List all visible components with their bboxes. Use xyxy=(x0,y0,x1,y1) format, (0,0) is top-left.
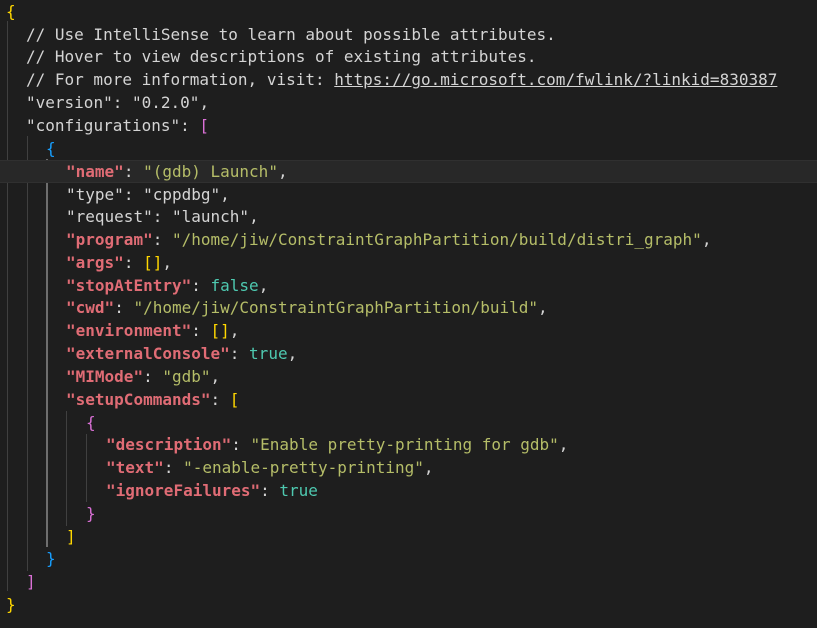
code-line[interactable]: // Use IntelliSense to learn about possi… xyxy=(26,23,817,46)
code-line[interactable]: // Hover to view descriptions of existin… xyxy=(26,45,817,68)
json-string-value: Enable pretty-printing for gdb xyxy=(260,435,550,454)
json-boolean-value: true xyxy=(249,344,288,363)
json-boolean-value: true xyxy=(279,481,318,500)
json-key: configurations xyxy=(35,116,171,135)
code-line[interactable]: "setupCommands": [ xyxy=(66,388,817,411)
bracket-close: ] xyxy=(66,527,76,546)
comment-text: // Hover to view descriptions of existin… xyxy=(26,47,537,66)
json-key: ignoreFailures xyxy=(115,481,251,500)
json-key: name xyxy=(75,162,115,181)
brace-open: { xyxy=(6,2,16,21)
code-line[interactable]: "args": [], xyxy=(66,251,817,274)
indent-guide xyxy=(86,434,87,502)
code-line[interactable]: { xyxy=(86,411,817,434)
code-line-current[interactable]: "name": "(gdb) Launch", xyxy=(0,160,817,183)
code-line[interactable]: ] xyxy=(26,570,817,593)
code-line[interactable]: "environment": [], xyxy=(66,319,817,342)
brace-close: } xyxy=(86,504,96,523)
json-boolean-value: false xyxy=(210,276,259,295)
code-line[interactable]: "description": "Enable pretty-printing f… xyxy=(106,433,817,456)
json-key: stopAtEntry xyxy=(75,276,182,295)
code-line[interactable]: "cwd": "/home/jiw/ConstraintGraphPartiti… xyxy=(66,296,817,319)
indent-guide xyxy=(66,411,67,526)
code-line[interactable]: } xyxy=(86,502,817,525)
code-editor[interactable]: { // Use IntelliSense to learn about pos… xyxy=(0,0,817,628)
json-string-value: /home/jiw/ConstraintGraphPartition/build… xyxy=(181,230,693,249)
json-key: version xyxy=(35,93,104,112)
json-array-value: [] xyxy=(210,321,230,340)
json-key: type xyxy=(75,185,115,204)
brace-close: } xyxy=(46,549,56,568)
bracket-open: [ xyxy=(199,116,210,135)
json-key: externalConsole xyxy=(75,344,221,363)
code-line[interactable]: ] xyxy=(66,525,817,548)
json-key: description xyxy=(115,435,222,454)
json-string-value: (gdb) Launch xyxy=(152,162,269,181)
json-key: request xyxy=(75,207,144,226)
brace-close: } xyxy=(6,595,16,614)
comment-text: // Use IntelliSense to learn about possi… xyxy=(26,25,556,44)
json-key: args xyxy=(75,253,115,272)
bracket-close: ] xyxy=(26,572,36,591)
code-line[interactable]: // For more information, visit: https://… xyxy=(26,68,817,91)
json-string-value: 0.2.0 xyxy=(141,93,190,112)
code-line[interactable]: "request": "launch", xyxy=(66,205,817,228)
code-line[interactable]: "text": "-enable-pretty-printing", xyxy=(106,456,817,479)
code-line[interactable]: } xyxy=(6,593,817,616)
code-line[interactable]: "program": "/home/jiw/ConstraintGraphPar… xyxy=(66,228,817,251)
code-line[interactable]: "configurations": [ xyxy=(26,114,817,137)
code-line[interactable]: "version": "0.2.0", xyxy=(26,91,817,114)
json-key: environment xyxy=(75,321,182,340)
json-key: cwd xyxy=(75,298,105,317)
json-key: program xyxy=(75,230,144,249)
code-line[interactable]: { xyxy=(6,0,817,23)
code-line[interactable]: "ignoreFailures": true xyxy=(106,479,817,502)
json-string-value: /home/jiw/ConstraintGraphPartition/build xyxy=(143,298,529,317)
comment-text: // For more information, visit: xyxy=(26,70,335,89)
json-string-value: gdb xyxy=(171,367,201,386)
brace-open: { xyxy=(86,413,96,432)
json-string-value: launch xyxy=(181,207,240,226)
code-line[interactable]: "externalConsole": true, xyxy=(66,342,817,365)
code-line[interactable]: } xyxy=(46,547,817,570)
json-key: setupCommands xyxy=(75,390,201,409)
comment-link[interactable]: https://go.microsoft.com/fwlink/?linkid=… xyxy=(334,70,777,89)
indent-guide xyxy=(7,21,8,591)
code-line[interactable]: "type": "cppdbg", xyxy=(66,183,817,206)
indent-guide-active xyxy=(46,159,48,547)
json-string-value: cppdbg xyxy=(152,185,211,204)
json-key: MIMode xyxy=(75,367,134,386)
json-array-value: [] xyxy=(143,253,163,272)
brace-open: { xyxy=(46,139,56,158)
indent-guide xyxy=(27,136,28,571)
bracket-open: [ xyxy=(229,390,240,409)
json-key: text xyxy=(115,458,155,477)
code-line[interactable]: "MIMode": "gdb", xyxy=(66,365,817,388)
json-string-value: -enable-pretty-printing xyxy=(192,458,415,477)
code-line[interactable]: "stopAtEntry": false, xyxy=(66,274,817,297)
code-line[interactable]: { xyxy=(46,137,817,160)
